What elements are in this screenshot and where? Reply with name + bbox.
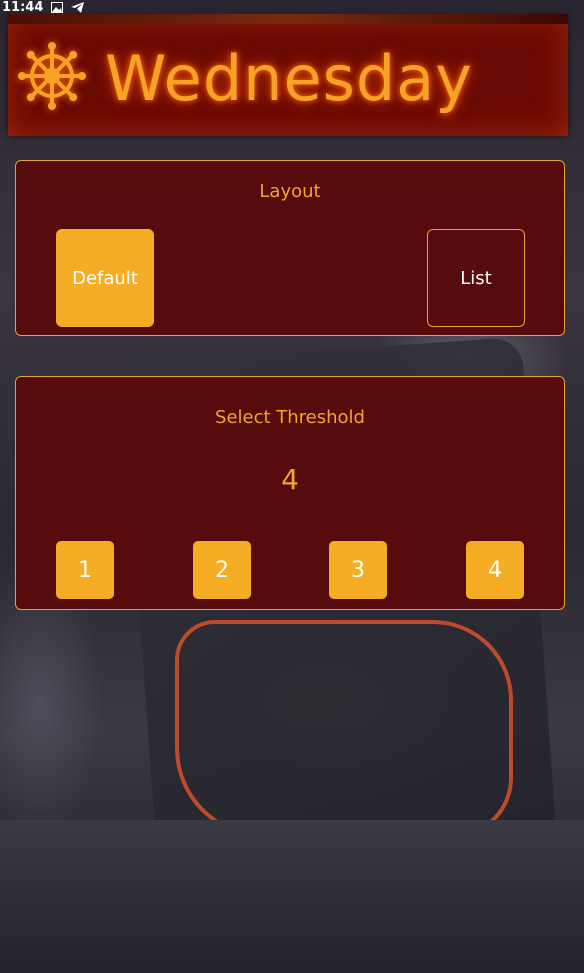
threshold-option-label: 1	[78, 557, 92, 583]
threshold-option-label: 3	[351, 557, 365, 583]
layout-list-button[interactable]: List	[427, 229, 525, 327]
threshold-option-1-button[interactable]: 1	[56, 541, 114, 599]
status-time: 11:44	[2, 0, 44, 15]
threshold-current-value: 4	[281, 463, 299, 496]
background-floor-shape	[0, 820, 584, 973]
app-header: Wednesday	[0, 14, 584, 142]
threshold-option-4-button[interactable]: 4	[466, 541, 524, 599]
threshold-option-2-button[interactable]: 2	[193, 541, 251, 599]
status-bar: 11:44	[0, 0, 584, 15]
threshold-option-3-button[interactable]: 3	[329, 541, 387, 599]
telegram-icon	[71, 2, 85, 13]
layout-default-button[interactable]: Default	[56, 229, 154, 327]
page-title: Wednesday	[105, 42, 473, 115]
layout-title: Layout	[259, 181, 321, 202]
threshold-title: Select Threshold	[215, 407, 365, 428]
ship-wheel-icon	[18, 42, 86, 110]
layout-card: Layout Default List	[15, 160, 565, 336]
image-icon	[51, 2, 64, 13]
layout-list-label: List	[460, 267, 492, 289]
threshold-option-label: 4	[488, 557, 502, 583]
layout-default-label: Default	[72, 267, 138, 289]
threshold-card: Select Threshold 4 1 2 3 4	[15, 376, 565, 610]
background-graffiti-outline	[175, 620, 513, 838]
header-top-strip	[8, 14, 568, 24]
threshold-option-label: 2	[215, 557, 229, 583]
